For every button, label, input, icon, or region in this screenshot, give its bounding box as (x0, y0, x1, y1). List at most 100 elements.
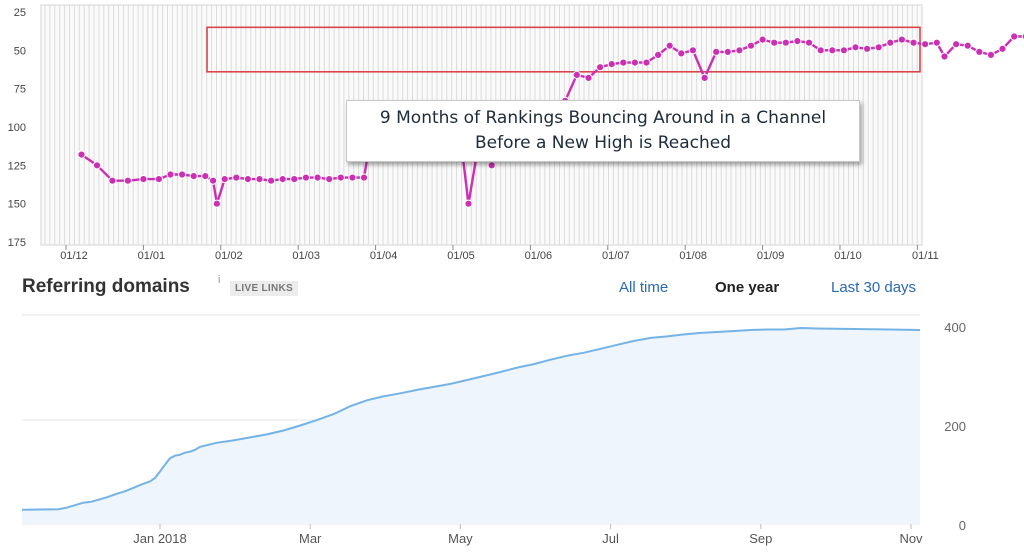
ranking-point (654, 50, 663, 60)
info-icon[interactable]: i (218, 274, 220, 286)
ranking-point (998, 44, 1007, 53)
ranking-point (758, 35, 767, 44)
ranking-point (940, 52, 949, 61)
rank-y-tick-label: 150 (8, 199, 26, 211)
ranking-point (828, 46, 837, 55)
ranking-point (886, 38, 895, 47)
ranking-point (139, 175, 148, 184)
ranking-point (952, 40, 961, 49)
ranking-point (336, 173, 345, 182)
rank-x-tick-label: 01/07 (602, 250, 630, 262)
ranking-point (348, 173, 357, 182)
ranking-point (255, 175, 264, 184)
ranking-point (212, 199, 221, 208)
ranking-point (804, 38, 814, 47)
rd-x-tick-label: May (448, 531, 473, 546)
rank-x-tick-label: 01/03 (292, 250, 320, 262)
rank-y-tick-label: 175 (8, 237, 26, 249)
ranking-point (301, 173, 310, 182)
ranking-point (178, 170, 187, 179)
ranking-point (232, 173, 241, 182)
ranking-point (863, 44, 872, 53)
ranking-point (189, 172, 198, 181)
annotation-line-1: 9 Months of Rankings Bouncing Around in … (379, 108, 827, 128)
ranking-point (220, 175, 229, 184)
ranking-point (92, 161, 102, 170)
rank-x-tick-label: 01/06 (525, 250, 553, 262)
ranking-point (735, 46, 744, 55)
rank-x-tick-label: 01/04 (370, 250, 398, 262)
rd-y-tick-label: 400 (944, 320, 966, 335)
ranking-point (963, 41, 972, 50)
rd-x-tick-label: Mar (299, 531, 322, 546)
ranking-point (897, 35, 907, 44)
ranking-point (665, 41, 674, 50)
ranking-point (781, 38, 790, 47)
rd-x-tick-label: Sep (749, 531, 772, 546)
referring-domains-header: Referring domains i LIVE LINKS All time … (0, 274, 1024, 302)
ranking-point (793, 37, 802, 46)
rank-x-tick-label: 01/12 (60, 250, 88, 262)
ranking-point (209, 176, 218, 185)
rd-x-tick-label: Jan 2018 (133, 531, 187, 546)
rd-x-tick-label: Nov (899, 531, 923, 546)
ranking-point (770, 38, 779, 47)
rd-x-tick-label: Jul (602, 531, 619, 546)
ranking-point (243, 175, 252, 184)
ranking-point (746, 41, 756, 50)
ranking-point (619, 58, 628, 67)
ranking-point (267, 176, 276, 185)
ranking-point (123, 176, 133, 185)
ranking-point (677, 49, 686, 58)
rd-y-tick-label: 200 (944, 419, 966, 434)
ranking-point (278, 175, 287, 184)
ranking-point (688, 46, 698, 55)
ranking-point (975, 47, 984, 57)
referring-domains-chart: 400 200 0 Jan 2018 Mar May Jul Sep Nov (21, 314, 966, 546)
annotation-callout: 9 Months of Rankings Bouncing Around in … (346, 100, 860, 162)
rank-x-tick-label: 01/10 (834, 250, 862, 262)
ranking-point (154, 175, 163, 184)
tab-last-30-days[interactable]: Last 30 days (831, 279, 916, 296)
rank-y-tick-label: 100 (8, 122, 26, 134)
ranking-point (464, 199, 473, 208)
live-links-badge: LIVE LINKS (230, 281, 299, 296)
ranking-point (359, 173, 369, 182)
ranking-point (108, 176, 117, 185)
ranking-point (290, 175, 299, 184)
domains-area-fill (22, 328, 920, 524)
ranking-point (851, 43, 860, 52)
ranking-point (642, 58, 651, 67)
rank-x-tick-label: 01/11 (912, 250, 939, 262)
ranking-point (487, 161, 496, 170)
ranking-point (596, 63, 605, 72)
tab-one-year[interactable]: One year (715, 279, 779, 296)
ranking-point (607, 60, 616, 69)
rank-x-tick-label: 01/05 (447, 250, 475, 262)
referring-domains-title: Referring domains (22, 276, 190, 297)
rank-y-tick-label: 125 (8, 160, 26, 172)
ranking-point (909, 38, 918, 47)
ranking-point (839, 46, 849, 55)
tab-all-time[interactable]: All time (619, 279, 668, 296)
rank-x-tick-label: 01/09 (757, 250, 785, 262)
ranking-point (201, 172, 210, 181)
ranking-point (986, 50, 996, 60)
ranking-point (723, 47, 732, 57)
rank-y-tick-label: 75 (14, 84, 26, 96)
ranking-point (630, 58, 640, 67)
ranking-point (816, 46, 825, 55)
ranking-point (932, 38, 941, 47)
ranking-point (572, 70, 581, 80)
ranking-point (313, 173, 322, 182)
ranking-point (166, 170, 175, 179)
rank-x-tick-label: 01/08 (679, 250, 707, 262)
rd-y-tick-label: 0 (959, 518, 966, 533)
annotation-line-2: Before a New High is Reached (474, 133, 732, 153)
rank-y-tick-label: 25 (14, 7, 26, 19)
ranking-point (921, 40, 930, 49)
ranking-point (700, 73, 709, 83)
ranking-point (712, 47, 721, 57)
ranking-point (874, 43, 883, 52)
ranking-point (584, 73, 593, 83)
